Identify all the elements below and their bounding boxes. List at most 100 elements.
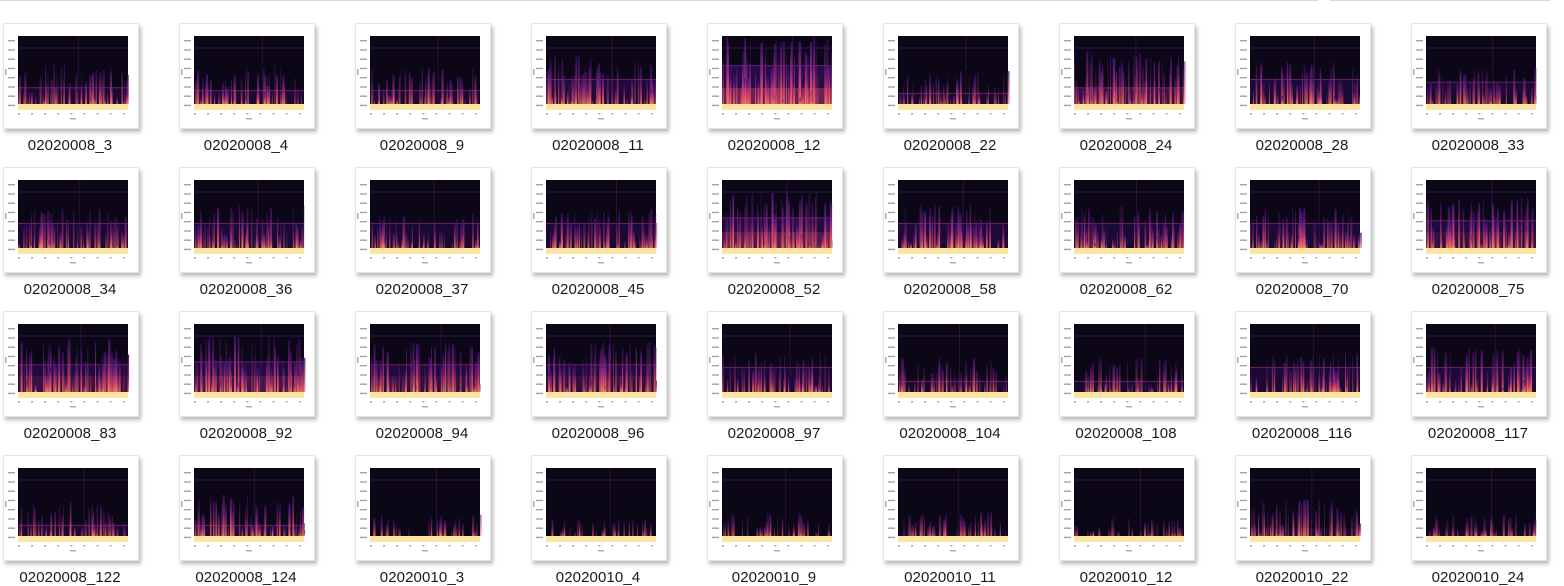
file-name-label[interactable]: 02020008_37 <box>352 281 492 298</box>
file-thumbnail[interactable] <box>179 455 315 561</box>
file-item[interactable]: 02020008_22 <box>880 23 1056 167</box>
file-name-label[interactable]: 02020008_62 <box>1056 281 1196 298</box>
file-item[interactable]: 02020008_83 <box>0 311 176 455</box>
file-name-label[interactable]: 02020008_3 <box>0 137 140 154</box>
file-name-label[interactable]: 02020008_75 <box>1408 281 1548 298</box>
file-thumbnail[interactable] <box>1411 167 1547 273</box>
file-name-label[interactable]: 02020010_9 <box>704 569 844 586</box>
file-name-label[interactable]: 02020008_116 <box>1232 425 1372 442</box>
file-item[interactable]: 02020008_97 <box>704 311 880 455</box>
file-thumbnail[interactable] <box>531 23 667 129</box>
file-item[interactable]: 02020008_92 <box>176 311 352 455</box>
file-thumbnail[interactable] <box>707 311 843 417</box>
file-name-label[interactable]: 02020008_83 <box>0 425 140 442</box>
file-thumbnail[interactable] <box>1235 23 1371 129</box>
file-thumbnail[interactable] <box>883 455 1019 561</box>
file-name-label[interactable]: 02020008_28 <box>1232 137 1372 154</box>
file-thumbnail[interactable] <box>531 455 667 561</box>
file-thumbnail[interactable] <box>3 167 139 273</box>
file-item[interactable]: 02020008_52 <box>704 167 880 311</box>
file-thumbnail[interactable] <box>355 167 491 273</box>
file-thumbnail[interactable] <box>355 311 491 417</box>
file-name-label[interactable]: 02020008_124 <box>176 569 316 586</box>
file-item[interactable]: 02020010_11 <box>880 455 1056 586</box>
file-thumbnail[interactable] <box>707 167 843 273</box>
file-name-label[interactable]: 02020008_96 <box>528 425 668 442</box>
file-item[interactable]: 02020010_22 <box>1232 455 1408 586</box>
file-thumbnail[interactable] <box>179 311 315 417</box>
file-item[interactable]: 02020008_28 <box>1232 23 1408 167</box>
file-item[interactable]: 02020008_116 <box>1232 311 1408 455</box>
file-thumbnail[interactable] <box>531 311 667 417</box>
file-thumbnail[interactable] <box>3 311 139 417</box>
file-thumbnail[interactable] <box>3 455 139 561</box>
file-thumbnail[interactable] <box>1411 455 1547 561</box>
file-item[interactable]: 02020008_122 <box>0 455 176 586</box>
file-item[interactable]: 02020008_9 <box>352 23 528 167</box>
file-name-label[interactable]: 02020008_36 <box>176 281 316 298</box>
file-name-label[interactable]: 02020008_97 <box>704 425 844 442</box>
file-name-label[interactable]: 02020010_3 <box>352 569 492 586</box>
file-item[interactable]: 02020008_36 <box>176 167 352 311</box>
file-name-label[interactable]: 02020008_122 <box>0 569 140 586</box>
file-item[interactable]: 02020008_62 <box>1056 167 1232 311</box>
file-name-label[interactable]: 02020008_34 <box>0 281 140 298</box>
file-thumbnail[interactable] <box>883 23 1019 129</box>
file-name-label[interactable]: 02020008_45 <box>528 281 668 298</box>
file-thumbnail[interactable] <box>355 455 491 561</box>
file-thumbnail[interactable] <box>531 167 667 273</box>
file-name-label[interactable]: 02020008_11 <box>528 137 668 154</box>
file-name-label[interactable]: 02020010_24 <box>1408 569 1548 586</box>
file-item[interactable]: 02020008_108 <box>1056 311 1232 455</box>
file-name-label[interactable]: 02020008_22 <box>880 137 1020 154</box>
file-item[interactable]: 02020008_45 <box>528 167 704 311</box>
file-thumbnail[interactable] <box>3 23 139 129</box>
file-name-label[interactable]: 02020008_52 <box>704 281 844 298</box>
file-item[interactable]: 02020008_3 <box>0 23 176 167</box>
file-thumbnail[interactable] <box>1235 455 1371 561</box>
file-item[interactable]: 02020008_117 <box>1408 311 1564 455</box>
file-thumbnail[interactable] <box>355 23 491 129</box>
file-thumbnail[interactable] <box>179 167 315 273</box>
file-name-label[interactable]: 02020008_58 <box>880 281 1020 298</box>
file-item[interactable]: 02020010_4 <box>528 455 704 586</box>
file-name-label[interactable]: 02020008_24 <box>1056 137 1196 154</box>
file-name-label[interactable]: 02020010_22 <box>1232 569 1372 586</box>
file-thumbnail[interactable] <box>1059 167 1195 273</box>
file-thumbnail[interactable] <box>1059 455 1195 561</box>
file-name-label[interactable]: 02020008_108 <box>1056 425 1196 442</box>
file-item[interactable]: 02020008_24 <box>1056 23 1232 167</box>
file-thumbnail[interactable] <box>1059 311 1195 417</box>
file-item[interactable]: 02020008_104 <box>880 311 1056 455</box>
file-thumbnail[interactable] <box>883 311 1019 417</box>
file-item[interactable]: 02020008_37 <box>352 167 528 311</box>
file-thumbnail[interactable] <box>1059 23 1195 129</box>
file-thumbnail[interactable] <box>707 455 843 561</box>
file-thumbnail[interactable] <box>707 23 843 129</box>
file-item[interactable]: 02020008_34 <box>0 167 176 311</box>
file-item[interactable]: 02020008_33 <box>1408 23 1564 167</box>
file-item[interactable]: 02020010_9 <box>704 455 880 586</box>
file-name-label[interactable]: 02020008_70 <box>1232 281 1372 298</box>
file-item[interactable]: 02020008_96 <box>528 311 704 455</box>
file-item[interactable]: 02020010_24 <box>1408 455 1564 586</box>
file-item[interactable]: 02020008_12 <box>704 23 880 167</box>
file-name-label[interactable]: 02020010_12 <box>1056 569 1196 586</box>
file-item[interactable]: 02020008_70 <box>1232 167 1408 311</box>
file-item[interactable]: 02020010_12 <box>1056 455 1232 586</box>
file-name-label[interactable]: 02020008_12 <box>704 137 844 154</box>
file-item[interactable]: 02020008_11 <box>528 23 704 167</box>
file-name-label[interactable]: 02020008_117 <box>1408 425 1548 442</box>
file-thumbnail[interactable] <box>179 23 315 129</box>
file-name-label[interactable]: 02020010_4 <box>528 569 668 586</box>
file-name-label[interactable]: 02020008_33 <box>1408 137 1548 154</box>
file-name-label[interactable]: 02020008_104 <box>880 425 1020 442</box>
file-thumbnail[interactable] <box>1411 311 1547 417</box>
file-name-label[interactable]: 02020008_9 <box>352 137 492 154</box>
file-name-label[interactable]: 02020008_92 <box>176 425 316 442</box>
file-item[interactable]: 02020008_4 <box>176 23 352 167</box>
file-thumbnail[interactable] <box>883 167 1019 273</box>
file-item[interactable]: 02020008_94 <box>352 311 528 455</box>
file-item[interactable]: 02020010_3 <box>352 455 528 586</box>
file-name-label[interactable]: 02020008_4 <box>176 137 316 154</box>
